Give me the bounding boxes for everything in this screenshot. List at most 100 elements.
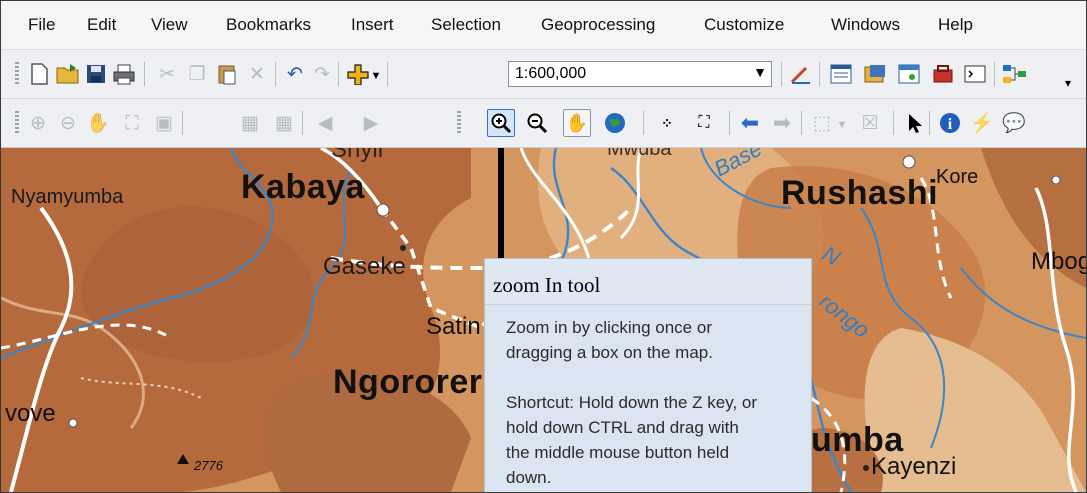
map-label-rushashi: Rushashi [781,174,939,212]
model-builder-icon[interactable] [1002,61,1028,87]
menu-geoprocessing[interactable]: Geoprocessing [541,15,655,35]
layout-zoom-in-icon[interactable]: ⊕ [25,110,51,136]
pan-icon: ✋ [565,113,589,133]
undo-icon[interactable]: ↶ [282,61,308,87]
map-scale-value: 1:600,000 [515,65,587,82]
menu-view[interactable]: View [151,15,188,35]
menu-bar: File Edit View Bookmarks Insert Selectio… [1,1,1086,50]
map-label-elevation: 2776 [194,458,223,473]
go-back-extent-icon[interactable]: ◀ [312,110,338,136]
fixed-zoom-in-icon[interactable]: ⁘ [654,110,680,136]
tooltip-body: Zoom in by clicking once or dragging a b… [485,304,811,492]
map-scale-combobox[interactable]: 1:600,000 ▼ [508,61,772,87]
toolbar-separator [729,111,730,135]
hyperlink-icon[interactable]: ⚡ [969,110,995,136]
fixed-zoom-in-layout-icon[interactable]: ▦ [237,110,263,136]
zoom-in-button[interactable] [487,109,515,137]
fixed-zoom-out-icon[interactable]: ⛶ [691,110,717,136]
toolbar-grip[interactable] [15,62,19,86]
arcmap-window: File Edit View Bookmarks Insert Selectio… [0,0,1087,493]
toolbar-separator [781,62,782,86]
fixed-zoom-out-layout-icon[interactable]: ▦ [271,110,297,136]
toolbar-separator [643,111,644,135]
html-popup-icon[interactable]: 💬 [1001,110,1027,136]
next-extent-icon[interactable]: ➡ [769,110,795,136]
table-of-contents-icon[interactable] [828,61,854,87]
tooltip-line: the middle mouse button held [506,443,730,462]
delete-icon[interactable]: ✕ [244,61,270,87]
map-label-kabaya: Kabaya [241,168,365,206]
menu-windows[interactable]: Windows [831,15,900,35]
zoom-100-percent-icon[interactable]: ▣ [151,110,177,136]
map-label-nyamyumba: Nyamyumba [11,186,124,208]
map-label-kayenzi: Kayenzi [871,453,957,480]
clear-selection-icon[interactable]: ☒ [857,110,883,136]
toolbar-grip[interactable] [457,111,461,135]
menu-insert[interactable]: Insert [351,15,394,35]
arctoolbox-icon[interactable] [930,61,956,87]
python-icon[interactable] [962,61,988,87]
menu-selection[interactable]: Selection [431,15,501,35]
toolbar-grip[interactable] [15,111,19,135]
toolbar-separator [275,62,276,86]
save-icon[interactable] [83,61,109,87]
identify-icon[interactable]: i [937,110,963,136]
select-elements-icon[interactable] [901,110,927,136]
toolbar-separator [929,111,930,135]
open-folder-icon[interactable] [55,61,81,87]
zoom-out-button[interactable] [524,110,550,136]
tooltip-title: zoom In tool [493,273,601,297]
new-document-icon[interactable] [26,61,52,87]
layout-pan-icon[interactable]: ✋ [85,110,111,136]
map-label-top-mid: Mwuba [607,148,672,160]
select-features-icon[interactable]: ⬚ [809,110,835,136]
chevron-down-icon[interactable]: ▼ [369,63,383,89]
menu-edit[interactable]: Edit [87,15,116,35]
tooltip-line: Zoom in by clicking once or [506,318,712,337]
full-extent-button[interactable] [602,110,628,136]
callout-pointer-line [498,148,504,262]
tooltip-line: down. [506,468,552,487]
paste-icon[interactable] [214,61,240,87]
print-icon[interactable] [111,61,137,87]
layout-zoom-out-icon[interactable]: ⊖ [55,110,81,136]
menu-bookmarks[interactable]: Bookmarks [226,15,311,35]
pan-button[interactable]: ✋ [563,109,591,137]
toolbar-separator [801,111,802,135]
menu-help[interactable]: Help [938,15,973,35]
zoom-in-icon [491,113,512,134]
standard-toolbar: ✂ ❐ ✕ ↶ ↷ ▼ 1:600,000 ▼ ▾ [1,50,1086,99]
copy-icon[interactable]: ❐ [184,61,210,87]
zoom-whole-page-icon[interactable]: ⛶ [119,110,145,136]
svg-text:i: i [948,116,953,133]
catalog-icon[interactable] [862,61,888,87]
toolbar-separator [302,111,303,135]
map-label-kore: Kore [936,166,979,188]
toolbar-separator [144,62,145,86]
toolbar-separator [182,111,183,135]
tooltip-line: Shortcut: Hold down the Z key, or [506,393,758,412]
toolbar-separator [338,62,339,86]
chevron-down-icon[interactable]: ▼ [835,112,849,138]
redo-icon[interactable]: ↷ [309,61,335,87]
menu-customize[interactable]: Customize [704,15,784,35]
zoom-out-icon [527,113,548,134]
map-label-ngororero: Ngororer [333,363,483,401]
search-window-icon[interactable] [896,61,922,87]
tooltip-line: hold down CTRL and drag with [506,418,739,437]
toolbar-overflow-icon[interactable]: ▾ [1059,70,1077,96]
chevron-down-icon[interactable]: ▼ [753,64,767,80]
menu-file[interactable]: File [28,15,55,35]
full-extent-icon [605,113,625,133]
previous-extent-icon[interactable]: ⬅ [737,110,763,136]
cut-icon[interactable]: ✂ [154,61,180,87]
toolbar-separator [387,62,388,86]
tool-tooltip: zoom In tool Zoom in by clicking once or… [484,258,812,492]
go-forward-extent-icon[interactable]: ▶ [358,110,384,136]
editor-icon[interactable] [788,61,814,87]
map-label-gaseke: Gaseke [323,253,406,280]
tooltip-line: dragging a box on the map. [506,343,713,362]
map-label-mbog: Mbog [1031,248,1086,275]
toolbar-separator [819,62,820,86]
add-data-icon[interactable] [345,61,371,87]
